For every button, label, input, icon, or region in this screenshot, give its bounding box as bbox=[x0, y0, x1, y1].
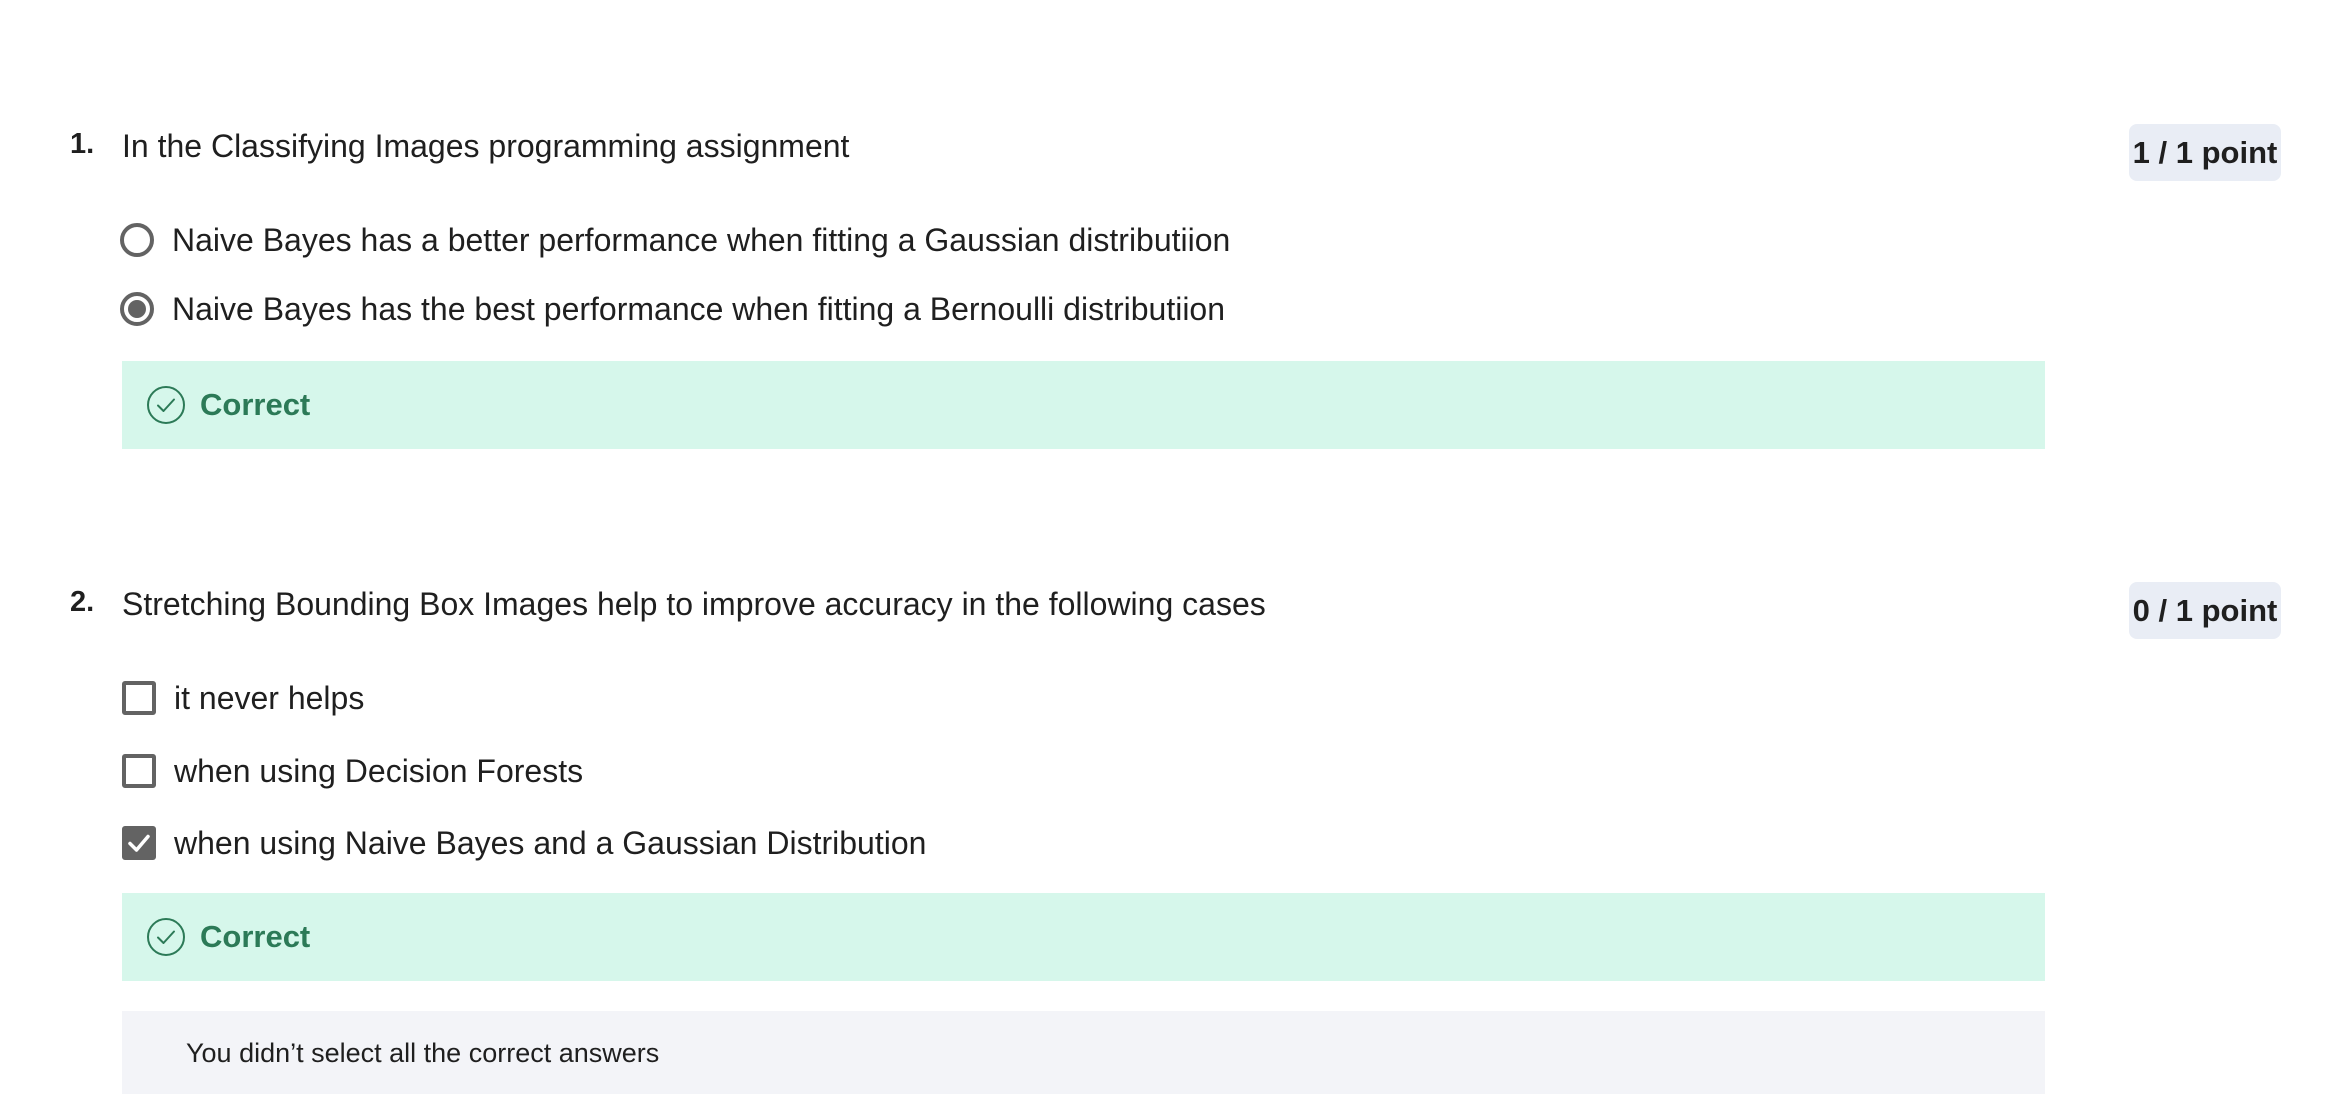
radio-button-selected[interactable] bbox=[120, 292, 154, 326]
correct-feedback: Correct bbox=[122, 361, 2045, 449]
radio-option-1[interactable]: Naive Bayes has a better performance whe… bbox=[120, 218, 1230, 262]
radio-button-unselected[interactable] bbox=[120, 223, 154, 257]
check-circle-icon bbox=[147, 386, 185, 424]
question-text: Stretching Bounding Box Images help to i… bbox=[122, 586, 1266, 622]
points-badge: 1 / 1 point bbox=[2129, 124, 2281, 181]
incomplete-answer-note: You didn’t select all the correct answer… bbox=[122, 1011, 2045, 1094]
feedback-status: Correct bbox=[200, 919, 311, 954]
option-label: Naive Bayes has a better performance whe… bbox=[172, 221, 1231, 258]
checkbox-checked[interactable] bbox=[122, 826, 156, 860]
quiz-results-page: 1. In the Classifying Images programming… bbox=[0, 0, 2346, 1094]
option-label: Naive Bayes has the best performance whe… bbox=[172, 290, 1226, 327]
question-number: 2. bbox=[70, 586, 95, 618]
note-text: You didn’t select all the correct answer… bbox=[186, 1037, 660, 1068]
checkbox-option-1[interactable]: it never helps bbox=[120, 676, 364, 720]
correct-feedback: Correct bbox=[122, 893, 2045, 981]
checkbox-unchecked[interactable] bbox=[122, 681, 156, 715]
check-circle-icon bbox=[147, 918, 185, 956]
option-label: it never helps bbox=[174, 679, 365, 716]
checkbox-option-3[interactable]: when using Naive Bayes and a Gaussian Di… bbox=[120, 821, 926, 865]
points-badge: 0 / 1 point bbox=[2129, 582, 2281, 639]
checkbox-unchecked[interactable] bbox=[122, 754, 156, 788]
feedback-status: Correct bbox=[200, 387, 311, 422]
checkbox-option-2[interactable]: when using Decision Forests bbox=[120, 749, 583, 793]
checkmark-icon bbox=[128, 834, 150, 852]
question-number: 1. bbox=[70, 128, 95, 160]
question-text: In the Classifying Images programming as… bbox=[122, 128, 850, 164]
option-label: when using Naive Bayes and a Gaussian Di… bbox=[174, 824, 927, 861]
radio-dot bbox=[128, 300, 146, 318]
option-label: when using Decision Forests bbox=[174, 752, 584, 789]
radio-option-2[interactable]: Naive Bayes has the best performance whe… bbox=[120, 287, 1225, 331]
